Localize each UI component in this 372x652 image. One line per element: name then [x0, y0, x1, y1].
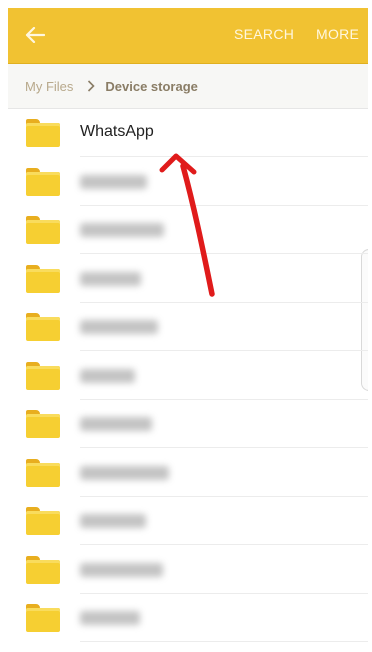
file-manager-screen: SEARCH MORE My Files Device storage What…	[8, 8, 368, 648]
app-bar: SEARCH MORE	[8, 8, 368, 64]
arrow-left-icon	[25, 27, 45, 43]
folder-row[interactable]	[8, 303, 368, 351]
folder-name	[80, 611, 140, 625]
folder-name: WhatsApp	[80, 123, 154, 140]
folder-row[interactable]	[8, 158, 368, 206]
chevron-right-icon	[87, 80, 96, 92]
folder-row[interactable]	[8, 449, 368, 497]
folder-row[interactable]	[8, 206, 368, 254]
folder-name	[80, 465, 169, 480]
folder-name	[80, 562, 163, 577]
breadcrumb: My Files Device storage	[8, 64, 368, 109]
folder-row[interactable]	[8, 352, 368, 400]
folder-name	[80, 514, 146, 528]
folder-icon	[26, 361, 60, 390]
folder-name	[80, 417, 152, 431]
folder-row[interactable]	[8, 546, 368, 594]
folder-row[interactable]	[8, 400, 368, 448]
folder-icon	[26, 555, 60, 584]
folder-icon	[26, 313, 60, 341]
row-divider	[80, 641, 368, 642]
back-button[interactable]	[22, 22, 48, 48]
folder-list: WhatsApp	[8, 109, 368, 648]
folder-name	[80, 368, 135, 383]
breadcrumb-current: Device storage	[105, 78, 198, 94]
folder-icon	[26, 264, 60, 293]
search-button[interactable]: SEARCH	[234, 26, 294, 42]
folder-icon	[26, 216, 60, 244]
folder-icon	[26, 507, 60, 535]
folder-row[interactable]	[8, 594, 368, 642]
folder-name	[80, 174, 147, 189]
folder-row[interactable]	[8, 497, 368, 545]
folder-icon	[26, 119, 60, 147]
folder-name	[80, 271, 141, 286]
folder-row[interactable]: WhatsApp	[8, 109, 368, 157]
folder-name	[80, 223, 164, 237]
breadcrumb-root[interactable]: My Files	[25, 79, 73, 94]
folder-icon	[26, 604, 60, 632]
folder-icon	[26, 167, 60, 196]
folder-icon	[26, 458, 60, 487]
more-button[interactable]: MORE	[316, 26, 359, 42]
folder-name	[80, 320, 158, 334]
folder-row[interactable]	[8, 255, 368, 303]
folder-icon	[26, 410, 60, 438]
